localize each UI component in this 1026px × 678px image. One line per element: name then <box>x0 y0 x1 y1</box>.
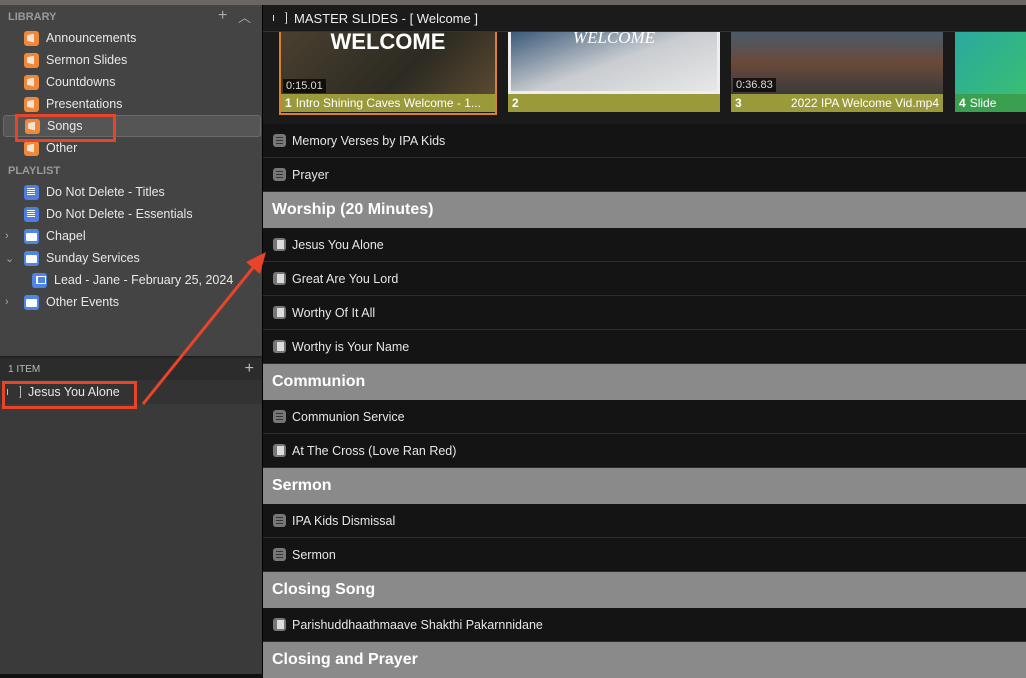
annotation-arrow <box>141 252 266 405</box>
